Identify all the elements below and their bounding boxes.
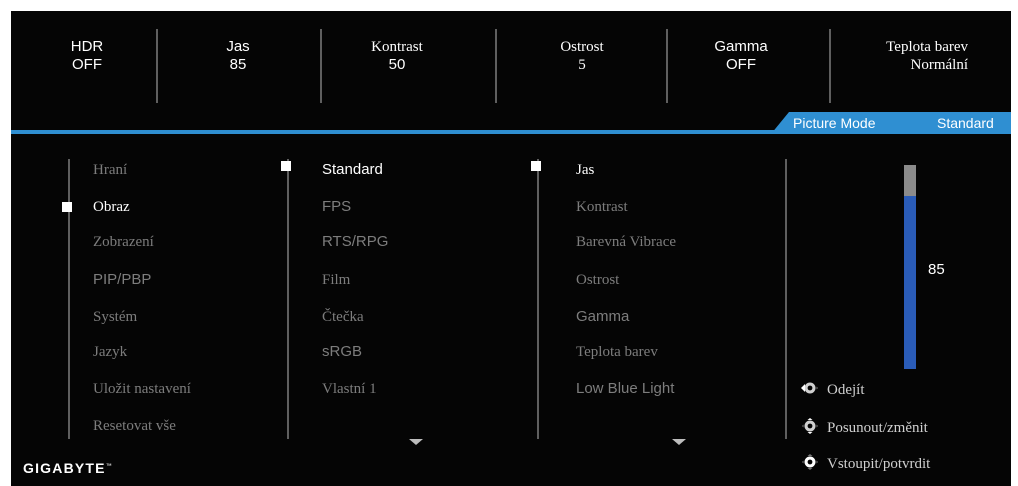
main-menu-marker — [62, 202, 72, 212]
brightness-slider-rest — [904, 165, 916, 196]
adjust-item-sharpness[interactable]: Ostrost — [576, 271, 619, 289]
mode-item-reader[interactable]: Čtečka — [322, 308, 364, 326]
adjustment-marker — [531, 161, 541, 171]
adjust-item-low-blue-light[interactable]: Low Blue Light — [576, 380, 674, 398]
mode-item-movie[interactable]: Film — [322, 271, 350, 289]
hint-exit: Odejít — [797, 380, 865, 399]
menu-item-system[interactable]: Systém — [93, 308, 137, 326]
adjust-item-brightness[interactable]: Jas — [576, 161, 594, 179]
status-divider — [320, 29, 322, 103]
menu-item-language[interactable]: Jazyk — [93, 343, 127, 361]
logo-text: GIGABYTE — [23, 460, 106, 476]
menu-item-reset-all[interactable]: Resetovat vše — [93, 417, 176, 435]
joystick-updown-icon — [802, 418, 818, 434]
status-contrast: Kontrast 50 — [357, 38, 437, 74]
hint-move-change: Posunout/změnit — [797, 418, 928, 437]
picture-mode-marker — [281, 161, 291, 171]
joystick-left-icon — [801, 382, 818, 394]
logo-trademark: ™ — [105, 463, 113, 470]
joystick-press-icon — [802, 454, 818, 470]
mode-item-standard[interactable]: Standard — [322, 161, 383, 179]
scroll-down-arrow-icon[interactable] — [672, 439, 686, 445]
mode-item-rts-rpg[interactable]: RTS/RPG — [322, 233, 388, 251]
adjustment-line — [537, 159, 539, 439]
menu-item-pip-pbp[interactable]: PIP/PBP — [93, 271, 151, 289]
status-hdr: HDR OFF — [67, 38, 107, 74]
hint-enter-confirm: Vstoupit/potvrdit — [797, 454, 930, 473]
hint-move-change-label: Posunout/změnit — [827, 420, 928, 436]
status-gamma: Gamma OFF — [706, 38, 776, 74]
status-contrast-label: Kontrast — [371, 39, 423, 55]
scroll-down-arrow-icon[interactable] — [409, 439, 423, 445]
status-divider — [156, 29, 158, 103]
gigabyte-logo: GIGABYTE™ — [23, 460, 113, 476]
mode-item-srgb[interactable]: sRGB — [322, 343, 362, 361]
status-gamma-label: Gamma — [714, 38, 768, 55]
adjust-item-color-temperature[interactable]: Teplota barev — [576, 343, 658, 361]
menu-item-picture[interactable]: Obraz — [93, 198, 130, 216]
brightness-slider-value: 85 — [928, 261, 945, 278]
status-sharpness-label: Ostrost — [560, 39, 604, 55]
status-color-temperature-value: Normální — [910, 57, 969, 73]
status-brightness-label: Jas — [226, 38, 250, 55]
status-divider — [829, 29, 831, 103]
status-hdr-label: HDR — [70, 38, 104, 55]
status-contrast-value: 50 — [388, 56, 406, 73]
picture-mode-line — [287, 159, 289, 439]
status-brightness: Jas 85 — [218, 38, 258, 74]
picture-mode-value: Standard — [937, 115, 994, 131]
status-gamma-value: OFF — [726, 56, 756, 73]
menu-item-save-settings[interactable]: Uložit nastavení — [93, 380, 191, 398]
hint-exit-label: Odejít — [827, 382, 865, 398]
menu-item-gaming[interactable]: Hraní — [93, 161, 127, 179]
adjust-item-gamma[interactable]: Gamma — [576, 308, 629, 326]
adjust-item-color-vibrance[interactable]: Barevná Vibrace — [576, 233, 676, 251]
status-hdr-value: OFF — [72, 56, 102, 73]
osd-menu: HDR OFF Jas 85 Kontrast 50 Ostrost 5 Gam… — [11, 11, 1011, 486]
status-color-temperature-label: Teplota barev — [886, 39, 968, 55]
menu-item-display[interactable]: Zobrazení — [93, 233, 154, 251]
slider-line — [785, 159, 787, 439]
adjust-item-contrast[interactable]: Kontrast — [576, 198, 628, 216]
status-brightness-value: 85 — [229, 56, 247, 73]
main-menu-line — [68, 159, 70, 439]
status-divider — [495, 29, 497, 103]
status-sharpness-value: 5 — [578, 57, 586, 73]
mode-item-fps[interactable]: FPS — [322, 198, 351, 216]
mode-item-custom-1[interactable]: Vlastní 1 — [322, 380, 377, 398]
status-divider — [666, 29, 668, 103]
picture-mode-label: Picture Mode — [793, 115, 876, 131]
hint-enter-confirm-label: Vstoupit/potvrdit — [827, 456, 931, 472]
status-sharpness: Ostrost 5 — [547, 38, 617, 74]
status-color-temperature: Teplota barev Normální — [843, 38, 968, 74]
